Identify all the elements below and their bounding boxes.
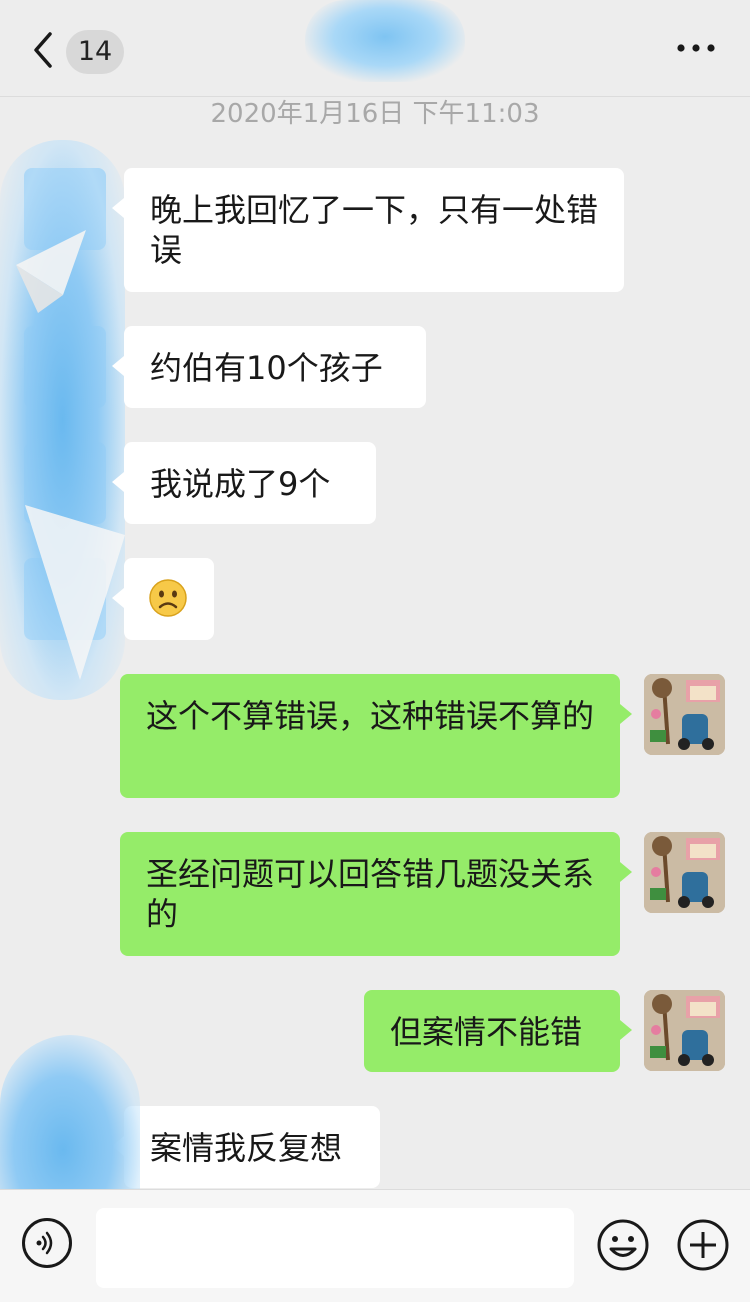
contact-avatar[interactable] (24, 442, 106, 524)
contact-avatar[interactable] (24, 558, 106, 640)
chat-header: 14 (0, 0, 750, 97)
message-bubble-incoming[interactable]: 案情我反复想 (112, 1106, 380, 1188)
plus-icon[interactable] (676, 1218, 730, 1272)
unread-count-badge[interactable]: 14 (66, 30, 124, 74)
message-bubble-outgoing[interactable]: 这个不算错误，这种错误不算的 (120, 674, 632, 798)
message-text-input[interactable] (96, 1208, 574, 1288)
contact-avatar[interactable] (24, 326, 106, 408)
message-bubble-outgoing[interactable]: 但案情不能错 (364, 990, 632, 1072)
user-avatar[interactable] (644, 674, 725, 755)
chevron-left-icon[interactable] (30, 30, 60, 70)
more-dots-icon[interactable] (676, 38, 716, 58)
contact-avatar[interactable] (24, 168, 106, 250)
message-bubble-outgoing[interactable]: 圣经问题可以回答错几题没关系的 (120, 832, 632, 956)
voice-icon[interactable] (22, 1218, 72, 1268)
chat-title-redacted (305, 0, 465, 82)
message-bubble-emoji[interactable] (112, 558, 214, 640)
emoji-icon[interactable] (596, 1218, 650, 1272)
message-input-bar (0, 1189, 750, 1302)
message-timestamp: 2020年1月16日 下午11:03 (210, 99, 540, 129)
message-bubble-incoming[interactable]: 约伯有10个孩子 (112, 326, 426, 408)
frowning-face-icon (149, 579, 187, 617)
user-avatar[interactable] (644, 990, 725, 1071)
user-avatar[interactable] (644, 832, 725, 913)
contact-avatar[interactable] (24, 1106, 106, 1188)
message-bubble-incoming[interactable]: 我说成了9个 (112, 442, 376, 524)
message-bubble-incoming[interactable]: 晚上我回忆了一下，只有一处错误 (112, 168, 624, 292)
